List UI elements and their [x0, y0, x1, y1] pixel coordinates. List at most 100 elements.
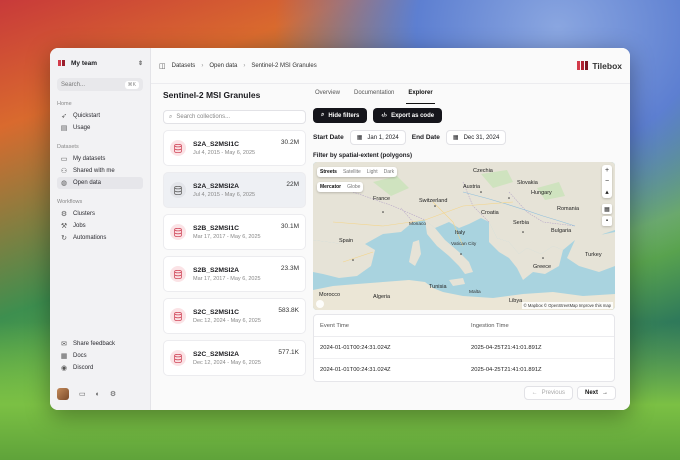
ingestion-time-cell: 2025-04-25T21:41:01.891Z: [471, 367, 542, 373]
collection-item[interactable]: S2B_S2MSI1C Mar 17, 2017 - May 6, 2025 30…: [163, 214, 306, 250]
collection-item-selected[interactable]: S2A_S2MSI2A Jul 4, 2015 - May 6, 2025 22M: [163, 172, 306, 208]
monitor-icon[interactable]: ▭: [79, 390, 86, 398]
cluster-icon: ⚙: [60, 211, 68, 218]
zoom-in-icon[interactable]: +: [605, 165, 609, 176]
map-style-light[interactable]: Light: [364, 167, 381, 177]
collection-item[interactable]: S2A_S2MSI1C Jul 4, 2015 - May 6, 2025 30.…: [163, 130, 306, 166]
jobs-icon: ⚒: [60, 223, 68, 230]
map-attribution[interactable]: © Mapbox © OpenStreetMap Improve this ma…: [521, 302, 613, 309]
sidebar-item-usage[interactable]: ▤ Usage: [57, 122, 143, 134]
collection-dates: Dec 12, 2024 - May 6, 2025: [193, 317, 261, 324]
collection-dates: Jul 4, 2015 - May 6, 2025: [193, 191, 256, 198]
end-date-picker[interactable]: ▦ Dec 31, 2024: [445, 130, 507, 145]
map-label: Austria: [463, 184, 481, 190]
theme-icon[interactable]: ◐: [96, 391, 100, 398]
sidebar-item-open-data[interactable]: ◍ Open data: [57, 177, 143, 189]
breadcrumb-datasets[interactable]: Datasets: [172, 63, 196, 69]
table-row[interactable]: 2024-01-01T00:24:31.024Z 2025-04-25T21:4…: [314, 359, 614, 381]
zoom-out-icon[interactable]: −: [605, 176, 609, 187]
breadcrumb-separator: ›: [243, 62, 246, 69]
team-switcher[interactable]: My team ⇕: [57, 56, 143, 70]
sidebar-item-label: Shared with me: [73, 168, 115, 174]
map-label: Croatia: [481, 210, 499, 216]
compass-icon[interactable]: ▴: [605, 187, 609, 198]
collection-name: S2C_S2MSI1C: [193, 308, 240, 316]
settings-icon[interactable]: ⚙: [110, 390, 116, 398]
map-style-dark[interactable]: Dark: [381, 167, 398, 177]
explorer-panel: Overview Documentation Explorer ⌕ Hide fi…: [313, 90, 615, 382]
collection-name: S2B_S2MSI2A: [193, 266, 240, 274]
sidebar: My team ⇕ Search... ⌘K Home ➶ Quickstart …: [50, 48, 150, 410]
avatar[interactable]: [57, 388, 69, 400]
map-label: Greece: [533, 264, 552, 270]
map-label: Morocco: [319, 292, 341, 298]
map-style-switcher: Streets Satellite Light Dark: [317, 167, 398, 177]
sidebar-item-quickstart[interactable]: ➶ Quickstart: [57, 110, 143, 122]
arrow-left-icon: ←: [531, 390, 538, 396]
end-date-value: Dec 31, 2024: [463, 134, 500, 141]
map-label: Malta: [469, 290, 481, 295]
collection-size: 577.1K: [278, 349, 299, 356]
hide-filters-button[interactable]: ⌕ Hide filters: [313, 108, 368, 123]
sidebar-toggle-icon[interactable]: ◫: [159, 62, 166, 70]
collection-dates: Mar 17, 2017 - May 6, 2025: [193, 275, 261, 282]
map-style-satellite[interactable]: Satellite: [340, 167, 364, 177]
sidebar-item-label: Automations: [73, 235, 107, 241]
section-label-workflows: Workflows: [57, 199, 83, 205]
collection-search-input[interactable]: ⌕ Search collections...: [163, 110, 306, 124]
folder-icon: ▭: [60, 156, 68, 163]
sidebar-item-automations[interactable]: ↻ Automations: [57, 232, 143, 244]
search-shortcut: ⌘K: [124, 80, 139, 89]
sidebar-search-input[interactable]: Search... ⌘K: [57, 78, 143, 91]
breadcrumb-open-data[interactable]: Open data: [209, 63, 237, 69]
export-code-button[interactable]: ‹/› Export as code: [373, 108, 443, 123]
map-label: Slovakia: [517, 180, 538, 186]
table-header: Event Time Ingestion Time: [314, 315, 614, 337]
sidebar-item-my-datasets[interactable]: ▭ My datasets: [57, 153, 143, 165]
map-label: Bulgaria: [551, 228, 572, 234]
hide-filters-label: Hide filters: [328, 112, 360, 119]
sidebar-item-shared[interactable]: ⚇ Shared with me: [57, 165, 143, 177]
collection-item[interactable]: S2C_S2MSI1C Dec 12, 2024 - May 6, 2025 58…: [163, 298, 306, 334]
sidebar-item-label: Jobs: [73, 223, 86, 229]
map-label: Monaco: [409, 222, 427, 227]
collection-item[interactable]: S2C_S2MSI2A Dec 12, 2024 - May 6, 2025 57…: [163, 340, 306, 376]
map-style-streets[interactable]: Streets: [317, 167, 340, 177]
previous-button[interactable]: ← Previous: [523, 386, 573, 400]
start-date-picker[interactable]: ▦ Jan 1, 2024: [349, 130, 406, 145]
next-button[interactable]: Next →: [576, 386, 616, 400]
sidebar-item-label: Clusters: [73, 211, 96, 217]
map-view[interactable]: Czechia Slovakia Austria Hungary France …: [313, 162, 615, 310]
projection-mercator[interactable]: Mercator: [317, 182, 344, 192]
chevron-updown-icon: ⇕: [137, 60, 143, 67]
sidebar-item-clusters[interactable]: ⚙ Clusters: [57, 208, 143, 220]
collection-name: S2B_S2MSI1C: [193, 224, 240, 232]
top-bar: ◫ Datasets › Open data › Sentinel-2 MSI …: [151, 48, 630, 84]
sidebar-item-jobs[interactable]: ⚒ Jobs: [57, 220, 143, 232]
tab-documentation[interactable]: Documentation: [352, 90, 396, 102]
collection-item[interactable]: S2B_S2MSI2A Mar 17, 2017 - May 6, 2025 23…: [163, 256, 306, 292]
link-docs[interactable]: ▦ Docs: [57, 350, 143, 362]
table-row[interactable]: 2024-01-01T00:24:31.024Z 2025-04-25T21:4…: [314, 337, 614, 359]
draw-polygon-icon[interactable]: ▦: [602, 204, 612, 214]
search-icon: ⌕: [169, 113, 173, 120]
collection-size: 583.8K: [278, 307, 299, 314]
map-label: France: [373, 196, 391, 202]
link-share-feedback[interactable]: ✉ Share feedback: [57, 338, 143, 350]
tab-explorer[interactable]: Explorer: [406, 90, 436, 104]
automation-icon: ↻: [61, 235, 67, 242]
sidebar-item-label: Quickstart: [73, 113, 101, 119]
database-icon: [170, 308, 186, 324]
map-label: Turkey: [585, 252, 602, 258]
collection-name: S2C_S2MSI2A: [193, 350, 240, 358]
column-header-ingestion-time: Ingestion Time: [471, 322, 509, 329]
tab-bar: Overview Documentation Explorer: [313, 90, 615, 104]
previous-label: Previous: [541, 390, 565, 396]
collection-dates: Dec 12, 2024 - May 6, 2025: [193, 359, 261, 366]
link-discord[interactable]: ◉ Discord: [57, 362, 143, 374]
events-table: Event Time Ingestion Time 2024-01-01T00:…: [313, 314, 615, 382]
tab-overview[interactable]: Overview: [313, 90, 342, 102]
trash-icon[interactable]: ▪: [602, 216, 612, 226]
projection-globe[interactable]: Globe: [344, 182, 363, 192]
tilebox-logo-icon: [577, 61, 589, 70]
